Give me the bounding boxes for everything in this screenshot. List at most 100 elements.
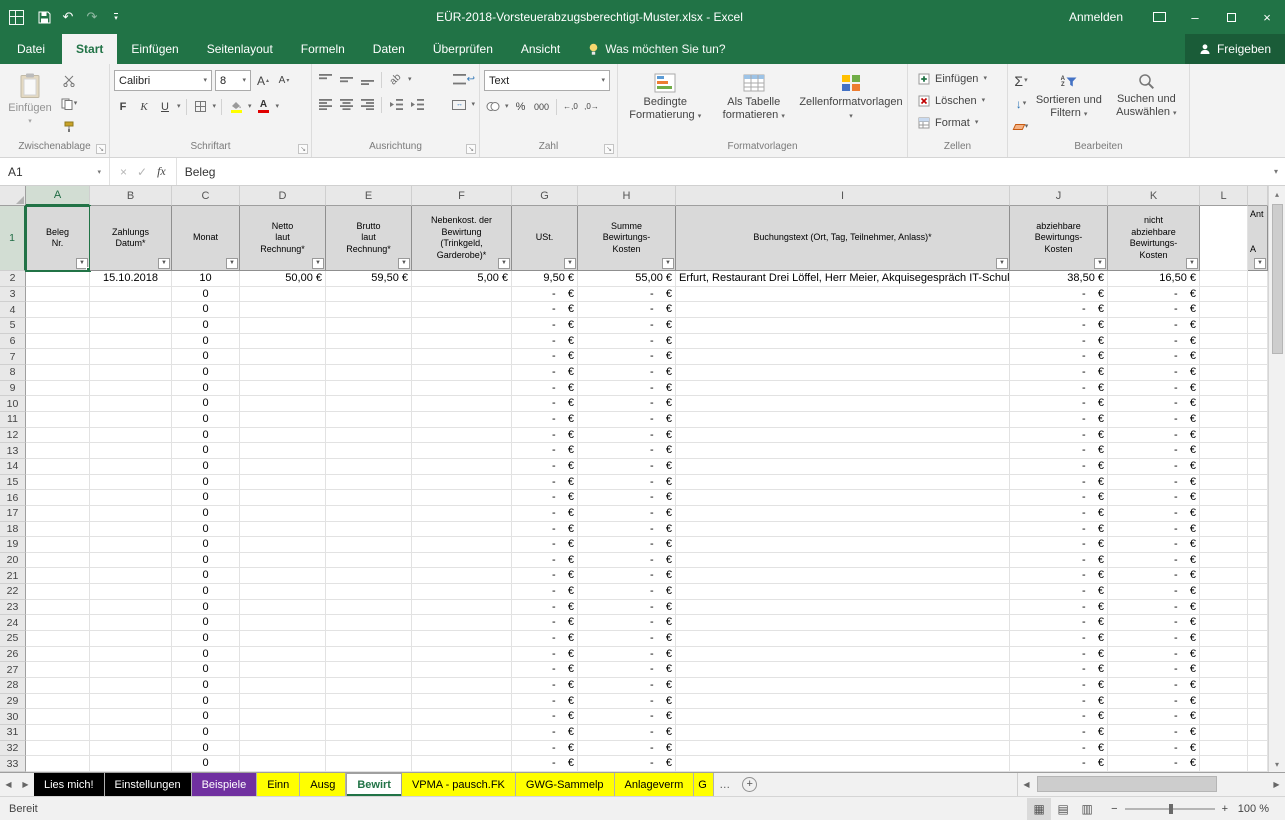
- cell-H23[interactable]: - €: [578, 600, 676, 616]
- cell-L24[interactable]: [1200, 615, 1248, 631]
- cell-C1[interactable]: Monat▼: [172, 206, 240, 271]
- cell-J20[interactable]: - €: [1010, 553, 1108, 569]
- cell-F12[interactable]: [412, 428, 512, 444]
- cell-J31[interactable]: - €: [1010, 725, 1108, 741]
- row-header-19[interactable]: 19: [0, 537, 26, 553]
- cell-I8[interactable]: [676, 365, 1010, 381]
- cell-I12[interactable]: [676, 428, 1010, 444]
- cell-D10[interactable]: [240, 396, 326, 412]
- cell-B13[interactable]: [90, 443, 172, 459]
- scroll-down-icon[interactable]: ▾: [1269, 756, 1285, 772]
- percent-style-button[interactable]: %: [512, 97, 530, 116]
- cell-B5[interactable]: [90, 318, 172, 334]
- cell-I17[interactable]: [676, 506, 1010, 522]
- cell-J19[interactable]: - €: [1010, 537, 1108, 553]
- row-header-27[interactable]: 27: [0, 662, 26, 678]
- cell-B28[interactable]: [90, 678, 172, 694]
- cell-L25[interactable]: [1200, 631, 1248, 647]
- cell-L8[interactable]: [1200, 365, 1248, 381]
- scroll-up-icon[interactable]: ▴: [1269, 186, 1285, 202]
- cell-B17[interactable]: [90, 506, 172, 522]
- row-header-29[interactable]: 29: [0, 694, 26, 710]
- align-top-button[interactable]: [316, 70, 334, 89]
- cell-F26[interactable]: [412, 647, 512, 663]
- cell-G9[interactable]: - €: [512, 381, 578, 397]
- cell-A5[interactable]: [26, 318, 90, 334]
- cell-E27[interactable]: [326, 662, 412, 678]
- cell-E21[interactable]: [326, 568, 412, 584]
- cell-A7[interactable]: [26, 349, 90, 365]
- cell-H6[interactable]: - €: [578, 334, 676, 350]
- cell-I6[interactable]: [676, 334, 1010, 350]
- ribbon-tab-daten[interactable]: Daten: [359, 34, 419, 64]
- cell-E17[interactable]: [326, 506, 412, 522]
- cell-F16[interactable]: [412, 490, 512, 506]
- cell-J18[interactable]: - €: [1010, 522, 1108, 538]
- cell-H32[interactable]: - €: [578, 741, 676, 757]
- select-all-button[interactable]: [0, 186, 26, 206]
- cell-A24[interactable]: [26, 615, 90, 631]
- insert-cells-button[interactable]: Einfügen ▾: [912, 68, 1003, 89]
- enter-check-icon[interactable]: ✓: [137, 165, 147, 179]
- cell-E25[interactable]: [326, 631, 412, 647]
- cell-K31[interactable]: - €: [1108, 725, 1200, 741]
- cell-L13[interactable]: [1200, 443, 1248, 459]
- cell-E29[interactable]: [326, 694, 412, 710]
- row-header-28[interactable]: 28: [0, 678, 26, 694]
- ribbon-tab-ansicht[interactable]: Ansicht: [507, 34, 574, 64]
- cell-H24[interactable]: - €: [578, 615, 676, 631]
- cell-B19[interactable]: [90, 537, 172, 553]
- cell-L18[interactable]: [1200, 522, 1248, 538]
- ribbon-tab-einfügen[interactable]: Einfügen: [117, 34, 192, 64]
- cell-E6[interactable]: [326, 334, 412, 350]
- cell-B9[interactable]: [90, 381, 172, 397]
- cell-G29[interactable]: - €: [512, 694, 578, 710]
- insert-function-button[interactable]: fx: [157, 164, 166, 179]
- cell-A26[interactable]: [26, 647, 90, 663]
- font-name-select[interactable]: Calibri▾: [114, 70, 212, 91]
- cell-K24[interactable]: - €: [1108, 615, 1200, 631]
- cell-E12[interactable]: [326, 428, 412, 444]
- cell-D31[interactable]: [240, 725, 326, 741]
- cell-C18[interactable]: 0: [172, 522, 240, 538]
- cell-A22[interactable]: [26, 584, 90, 600]
- cell-A17[interactable]: [26, 506, 90, 522]
- cell-F17[interactable]: [412, 506, 512, 522]
- cell-E28[interactable]: [326, 678, 412, 694]
- cell-F7[interactable]: [412, 349, 512, 365]
- paste-button[interactable]: Einfügen ▾: [4, 68, 56, 140]
- row-header-13[interactable]: 13: [0, 443, 26, 459]
- cell-H28[interactable]: - €: [578, 678, 676, 694]
- cell-C29[interactable]: 0: [172, 694, 240, 710]
- cell-K23[interactable]: - €: [1108, 600, 1200, 616]
- cell-H1[interactable]: Summe Bewirtungs- Kosten▼: [578, 206, 676, 271]
- cell-K14[interactable]: - €: [1108, 459, 1200, 475]
- cell-I9[interactable]: [676, 381, 1010, 397]
- row-header-2[interactable]: 2: [0, 271, 26, 287]
- cell-G32[interactable]: - €: [512, 741, 578, 757]
- horizontal-scrollbar[interactable]: ◀ ▶: [1017, 773, 1285, 796]
- cell-D17[interactable]: [240, 506, 326, 522]
- row-header-22[interactable]: 22: [0, 584, 26, 600]
- column-header-E[interactable]: E: [326, 186, 412, 206]
- merge-center-button[interactable]: ↔: [450, 95, 468, 114]
- cell-D7[interactable]: [240, 349, 326, 365]
- row-header-6[interactable]: 6: [0, 334, 26, 350]
- cell-K26[interactable]: - €: [1108, 647, 1200, 663]
- cell-B2[interactable]: 15.10.2018: [90, 271, 172, 287]
- cell-J22[interactable]: - €: [1010, 584, 1108, 600]
- cell-B23[interactable]: [90, 600, 172, 616]
- cell-C5[interactable]: 0: [172, 318, 240, 334]
- cell-L17[interactable]: [1200, 506, 1248, 522]
- cell-J27[interactable]: - €: [1010, 662, 1108, 678]
- cell-J24[interactable]: - €: [1010, 615, 1108, 631]
- cell-F8[interactable]: [412, 365, 512, 381]
- sheet-tab-gwg-sammelp[interactable]: GWG-Sammelp: [516, 773, 615, 796]
- cell-F15[interactable]: [412, 475, 512, 491]
- cell-J1[interactable]: abziehbare Bewirtungs- Kosten▼: [1010, 206, 1108, 271]
- cell-D25[interactable]: [240, 631, 326, 647]
- cell-G6[interactable]: - €: [512, 334, 578, 350]
- cell-L27[interactable]: [1200, 662, 1248, 678]
- qat-customize-button[interactable]: ▾: [104, 5, 128, 29]
- cell-J28[interactable]: - €: [1010, 678, 1108, 694]
